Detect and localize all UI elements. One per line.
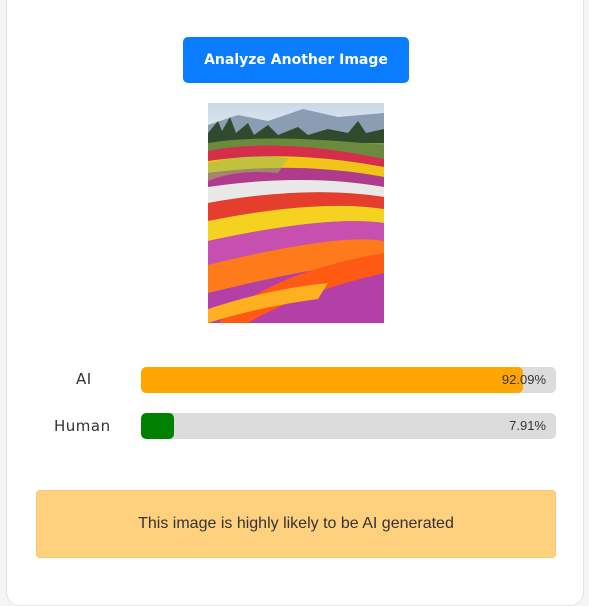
verdict-message: This image is highly likely to be AI gen… [36,490,556,558]
human-label: Human [54,417,111,435]
human-progress-fill [141,413,174,439]
ai-progress-fill [141,367,524,393]
analyze-another-image-button[interactable]: Analyze Another Image [183,37,409,83]
ai-progress-bar: 92.09% [141,367,556,393]
human-percentage: 7.91% [509,418,546,433]
ai-percentage: 92.09% [501,372,546,387]
ai-label: AI [76,370,92,388]
human-progress-bar: 7.91% [141,413,556,439]
uploaded-image [208,103,384,323]
